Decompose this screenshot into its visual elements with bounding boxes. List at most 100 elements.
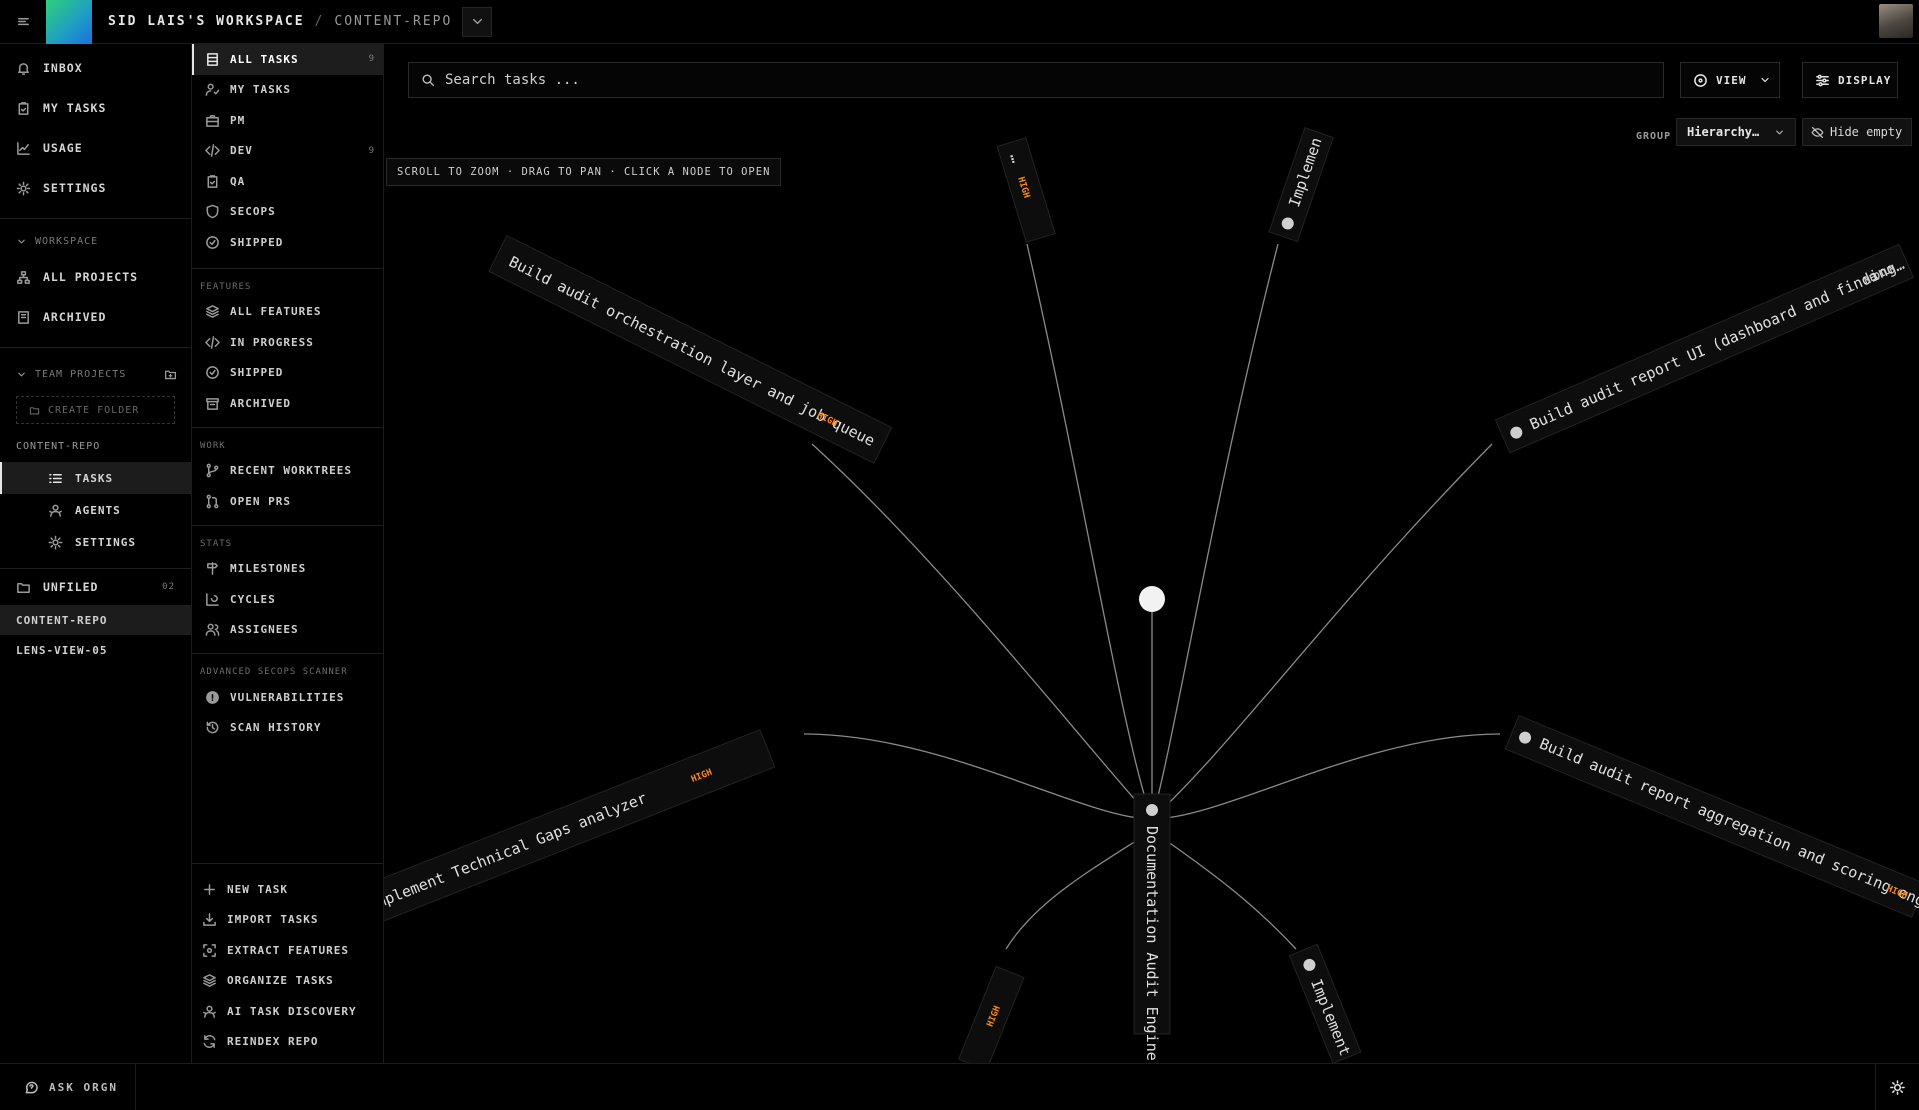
sidebar-item-label: ALL PROJECTS (43, 270, 139, 284)
sidebar-item-label: ARCHIVED (43, 310, 107, 324)
reindex-repo-button[interactable]: REINDEX REPO (192, 1027, 383, 1058)
nav-in-progress[interactable]: IN PROGRESS (192, 327, 383, 358)
ai-task-discovery-button[interactable]: AI TASK DISCOVERY (192, 996, 383, 1027)
organize-tasks-button[interactable]: ORGANIZE TASKS (192, 966, 383, 997)
avatar[interactable] (1879, 4, 1913, 38)
group-select[interactable]: Hierarchy… (1676, 118, 1796, 146)
unfiled-project-lens-view[interactable]: LENS-VIEW-05 (0, 635, 191, 665)
breadcrumb-repo[interactable]: CONTENT-REPO (334, 14, 452, 29)
workspace-logo[interactable] (46, 0, 92, 44)
nav-pm[interactable]: PM (192, 105, 383, 136)
sidebar-item-project-settings[interactable]: SETTINGS (0, 526, 191, 558)
section-label: TEAM PROJECTS (35, 368, 127, 380)
new-task-button[interactable]: NEW TASK (192, 874, 383, 905)
nav-milestones[interactable]: MILESTONES (192, 554, 383, 585)
nav-scan-history[interactable]: SCAN HISTORY (192, 713, 383, 744)
sidebar-item-tasks[interactable]: TASKS (0, 462, 191, 494)
nav-features-archived[interactable]: ARCHIVED (192, 388, 383, 419)
main-content: Build audit orchestration layer and job … (384, 44, 1919, 1063)
nav-recent-worktrees[interactable]: RECENT WORKTREES (192, 456, 383, 487)
nav-all-tasks[interactable]: ALL TASKS 9 (192, 44, 383, 75)
folder-plus-icon[interactable] (164, 368, 177, 381)
gear-icon (48, 535, 63, 549)
graph-node[interactable]: Implemen (1268, 127, 1334, 243)
root-node[interactable] (1139, 586, 1165, 612)
action-label: IMPORT TASKS (227, 913, 319, 927)
nav-shipped[interactable]: SHIPPED (192, 227, 383, 258)
milestone-icon (207, 562, 218, 576)
graph-center-node[interactable]: Documentation Audit Engine (1133, 793, 1171, 1061)
breadcrumb: SID LAIS'S WORKSPACE / CONTENT-REPO (108, 14, 452, 29)
nav-label: MILESTONES (230, 562, 307, 576)
chevron-down-icon (18, 239, 25, 243)
sidebar-item-usage[interactable]: USAGE (0, 128, 191, 168)
graph-node[interactable]: mplement Technical Gaps analyzer HIGH (384, 729, 776, 926)
task-graph-canvas[interactable]: Build audit orchestration layer and job … (384, 44, 1919, 1063)
nav-qa[interactable]: QA (192, 166, 383, 197)
chevron-down-icon (18, 372, 25, 376)
ask-orgn-label: ASK ORGN (49, 1080, 118, 1094)
hide-empty-toggle[interactable]: Hide empty (1802, 118, 1912, 146)
graph-node[interactable]: … HIGH (996, 137, 1056, 243)
import-tasks-button[interactable]: IMPORT TASKS (192, 905, 383, 936)
graph-node[interactable]: Implement (1288, 943, 1362, 1063)
sidebar-item-agents[interactable]: AGENTS (0, 494, 191, 526)
hide-empty-label: Hide empty (1830, 125, 1903, 139)
nav-my-tasks[interactable]: MY TASKS (192, 75, 383, 106)
section-label: STATS (200, 538, 233, 549)
sidebar-item-label: SETTINGS (43, 181, 107, 195)
sidebar-item-settings[interactable]: SETTINGS (0, 168, 191, 208)
nav-label: DEV (230, 144, 253, 158)
check-circle-icon (206, 235, 219, 249)
graph-node[interactable]: Build audit report UI (dashboard and fin… (1494, 243, 1915, 454)
project-name[interactable]: CONTENT-REPO (0, 430, 191, 462)
section-label: ADVANCED SECOPS SCANNER (200, 667, 348, 677)
nav-all-features[interactable]: ALL FEATURES (192, 297, 383, 328)
sun-icon (1890, 1079, 1905, 1095)
nav-secops[interactable]: SECOPS (192, 197, 383, 228)
search-box[interactable] (408, 62, 1664, 98)
sidebar-item-label: MY TASKS (43, 101, 107, 115)
graph-edge (1151, 443, 1493, 820)
extract-features-button[interactable]: EXTRACT FEATURES (192, 935, 383, 966)
briefcase-icon (206, 114, 219, 127)
sidebar-item-archived[interactable]: ARCHIVED (0, 297, 191, 337)
sidebar-item-my-tasks[interactable]: MY TASKS (0, 88, 191, 128)
unfiled-project-content-repo[interactable]: CONTENT-REPO (0, 605, 191, 635)
search-icon (422, 74, 434, 86)
graph-edge (1151, 733, 1501, 820)
graph-node[interactable]: Build audit orchestration layer and job … (488, 234, 893, 464)
graph-node[interactable]: HIGH (958, 965, 1025, 1063)
sparkle-icon (203, 1005, 216, 1018)
graph-node[interactable]: Build audit report aggregation and scori… (1504, 714, 1919, 923)
nav-cycles[interactable]: CYCLES (192, 584, 383, 615)
hierarchy-icon (17, 270, 30, 284)
nav-dev[interactable]: DEV 9 (192, 136, 383, 167)
nav-vulnerabilities[interactable]: VULNERABILITIES (192, 682, 383, 713)
theme-toggle-button[interactable] (1875, 1064, 1919, 1110)
node-label: Documentation Audit Engine (1143, 826, 1161, 1061)
search-input[interactable] (445, 72, 1645, 88)
nav-count: 9 (368, 54, 375, 65)
create-folder-button[interactable]: CREATE FOLDER (16, 396, 175, 424)
menu-toggle-button[interactable] (0, 0, 46, 44)
clipboard-check-icon (207, 174, 218, 188)
view-button[interactable]: VIEW (1680, 62, 1780, 98)
nav-open-prs[interactable]: OPEN PRS (192, 486, 383, 517)
sidebar-item-all-projects[interactable]: ALL PROJECTS (0, 257, 191, 297)
sliders-icon (1816, 74, 1829, 86)
nav-assignees[interactable]: ASSIGNEES (192, 615, 383, 646)
chevron-down-icon (472, 18, 482, 25)
nav-label: SECOPS (230, 205, 276, 219)
breadcrumb-workspace[interactable]: SID LAIS'S WORKSPACE (108, 14, 305, 29)
display-button[interactable]: DISPLAY (1802, 62, 1898, 98)
team-projects-section-toggle[interactable]: TEAM PROJECTS (0, 358, 191, 390)
sidebar-item-inbox[interactable]: INBOX (0, 48, 191, 88)
sidebar-item-unfiled[interactable]: UNFILED 02 (0, 569, 191, 605)
nav-features-shipped[interactable]: SHIPPED (192, 358, 383, 389)
repo-dropdown-button[interactable] (462, 6, 493, 37)
workspace-section-toggle[interactable]: WORKSPACE (0, 225, 191, 257)
archive-icon (206, 397, 219, 410)
chevron-down-icon (1776, 130, 1783, 134)
ask-orgn-button[interactable]: ASK ORGN (0, 1064, 136, 1110)
